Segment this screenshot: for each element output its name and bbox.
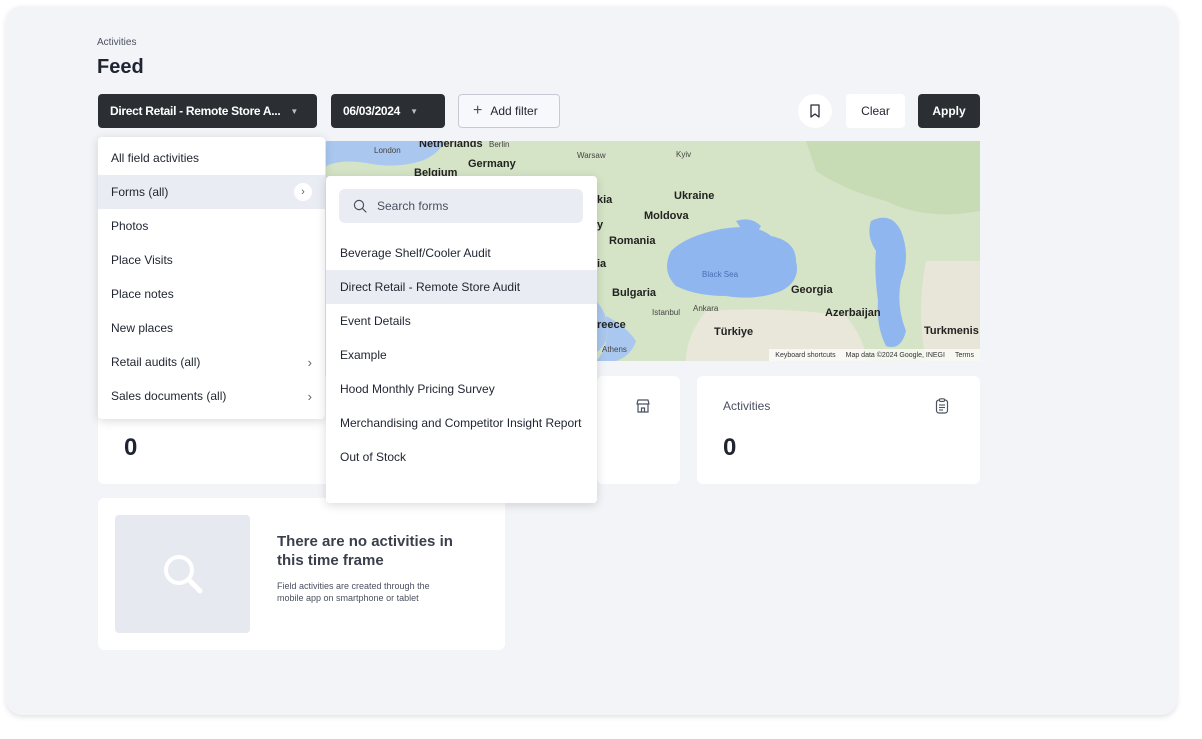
map-label: ia [597,258,607,270]
menu-item-all-field-activities[interactable]: All field activities [98,141,325,175]
map-label: Georgia [791,284,833,296]
menu-item-label: Sales documents (all) [111,389,227,403]
map-label: Kyiv [676,150,692,159]
map-label: Istanbul [652,308,681,317]
menu-item-label: Place Visits [111,253,173,267]
empty-state-description: Field activities are created through the… [277,581,430,603]
breadcrumb[interactable]: Activities [97,37,136,48]
map-label: Athens [602,345,627,354]
menu-item-label: Retail audits (all) [111,355,201,369]
chevron-right-icon: › [294,183,312,201]
map-label: London [374,146,401,155]
search-icon [353,199,367,213]
form-list-item[interactable]: Event Details [326,304,597,338]
menu-item-retail-audits[interactable]: Retail audits (all) › [98,345,325,379]
menu-item-photos[interactable]: Photos [98,209,325,243]
map-label: Warsaw [577,151,606,160]
menu-item-sales-documents[interactable]: Sales documents (all) › [98,379,325,413]
menu-item-place-visits[interactable]: Place Visits [98,243,325,277]
empty-state-title: There are no activities in this time fra… [277,533,453,569]
map-label: Bulgaria [612,287,657,299]
form-list-item[interactable]: Example [326,338,597,372]
stat-value: 0 [723,434,737,461]
empty-state-illustration [115,515,250,633]
chevron-right-icon: › [307,388,312,404]
map-label: Ukraine [674,190,715,202]
map-data-text: Map data ©2024 Google, INEGI [845,351,945,359]
stat-card-activities: Activities 0 [697,376,980,484]
form-filter-label: Direct Retail - Remote Store A... [110,104,281,118]
caret-down-icon: ▼ [410,106,418,116]
map-label: Berlin [489,141,510,149]
keyboard-shortcuts-link[interactable]: Keyboard shortcuts [775,352,835,359]
form-list-item[interactable]: Merchandising and Competitor Insight Rep… [326,406,597,440]
add-filter-label: Add filter [490,104,538,118]
map-label: Romania [609,235,656,247]
bookmark-button[interactable] [798,94,832,128]
map-label: y [597,219,604,231]
form-list-item[interactable]: Direct Retail - Remote Store Audit [326,270,597,304]
clear-button[interactable]: Clear [846,94,905,128]
menu-item-label: Photos [111,219,149,233]
map-label: Moldova [644,210,689,222]
map-label: Türkiye [714,326,754,338]
menu-item-label: New places [111,321,174,335]
map-label: Ankara [693,304,719,313]
menu-item-place-notes[interactable]: Place notes [98,277,325,311]
apply-button[interactable]: Apply [918,94,980,128]
map-label: Netherlands [419,141,483,150]
form-list-item[interactable]: Hood Monthly Pricing Survey [326,372,597,406]
map-label: reece [597,319,626,331]
search-forms-input[interactable] [377,199,577,213]
map-label: Germany [468,158,516,170]
chevron-right-icon: › [307,354,312,370]
stat-value: 0 [124,434,138,461]
map-label: kia [597,194,613,206]
map-label: Azerbaijan [825,307,881,319]
clipboard-icon [935,398,949,414]
add-filter-button[interactable]: + Add filter [458,94,560,128]
forms-list: Beverage Shelf/Cooler Audit Direct Retai… [326,236,597,503]
date-filter-dropdown[interactable]: 06/03/2024 ▼ [331,94,445,128]
plus-icon: + [473,102,483,119]
form-list-item[interactable]: Beverage Shelf/Cooler Audit [326,236,597,270]
search-icon [163,555,202,594]
date-filter-label: 06/03/2024 [343,104,401,118]
menu-item-forms[interactable]: Forms (all) › [98,175,325,209]
list-scroll-fade [326,485,597,503]
menu-item-label: Forms (all) [111,185,169,199]
terms-link[interactable]: Terms [955,352,974,359]
map-label: Turkmenis [924,325,979,337]
form-list-item[interactable]: Out of Stock [326,440,597,474]
bookmark-icon [810,104,820,118]
stat-label: Activities [723,399,771,413]
caret-down-icon: ▼ [290,106,298,116]
menu-item-label: All field activities [111,151,200,165]
stat-card-places [597,376,680,484]
page-title: Feed [97,56,144,78]
search-forms-box[interactable] [339,189,583,223]
menu-item-label: Place notes [111,287,174,301]
form-filter-dropdown[interactable]: Direct Retail - Remote Store A... ▼ [98,94,317,128]
map-attribution: Keyboard shortcuts Map data ©2024 Google… [769,349,980,361]
map-label: Black Sea [702,270,739,279]
forms-submenu: Beverage Shelf/Cooler Audit Direct Retai… [326,176,597,503]
activity-type-menu: All field activities Forms (all) › Photo… [98,137,325,419]
store-icon [636,399,650,413]
menu-item-new-places[interactable]: New places [98,311,325,345]
